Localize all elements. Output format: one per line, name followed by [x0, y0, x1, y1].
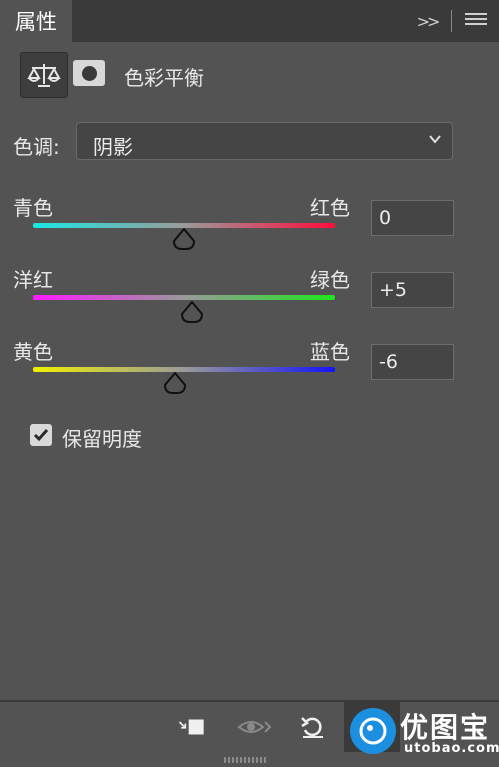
tone-label: 色调:: [13, 135, 60, 159]
layer-mask-icon[interactable]: [73, 60, 105, 86]
panel-tab-bar: 属性 >>: [0, 0, 499, 42]
balance-scale-icon[interactable]: [20, 52, 68, 98]
slider-cyan-label: 青色: [13, 196, 53, 220]
tone-dropdown[interactable]: 阴影: [76, 122, 453, 160]
slider-magenta-green-handle[interactable]: [180, 301, 204, 323]
slider-blue-label: 蓝色: [310, 340, 350, 364]
slider-red-label: 红色: [310, 196, 350, 220]
slider-magenta-label: 洋红: [13, 268, 53, 292]
tone-dropdown-value: 阴影: [93, 135, 133, 159]
panel-menu-icon[interactable]: [465, 13, 487, 29]
watermark-url: utobao.com: [404, 741, 499, 756]
view-previous-state-icon[interactable]: [237, 714, 273, 740]
slider-magenta-green-value[interactable]: +5: [371, 272, 454, 308]
slider-cyan-red-handle[interactable]: [172, 228, 196, 250]
preserve-luminosity-checkbox[interactable]: [30, 424, 52, 446]
slider-yellow-label: 黄色: [13, 340, 53, 364]
chevron-down-icon: [429, 135, 441, 144]
preserve-luminosity-label: 保留明度: [62, 427, 142, 451]
reset-icon[interactable]: [298, 714, 328, 740]
panel-resize-grip[interactable]: [224, 757, 268, 763]
panel-title: 色彩平衡: [124, 66, 204, 90]
slider-magenta-green-track[interactable]: [33, 295, 335, 300]
tab-divider: [451, 10, 452, 32]
slider-yellow-blue-handle[interactable]: [163, 372, 187, 394]
watermark-logo: [350, 708, 396, 754]
watermark-name: 优图宝: [400, 711, 491, 744]
checkmark-icon: [33, 429, 49, 442]
tab-properties[interactable]: 属性: [0, 0, 72, 42]
slider-green-label: 绿色: [310, 268, 350, 292]
slider-cyan-red-value[interactable]: 0: [371, 200, 454, 236]
clip-to-layer-icon[interactable]: [177, 714, 207, 740]
collapse-panel-button[interactable]: >>: [414, 8, 441, 34]
slider-yellow-blue-value[interactable]: -6: [371, 344, 454, 380]
